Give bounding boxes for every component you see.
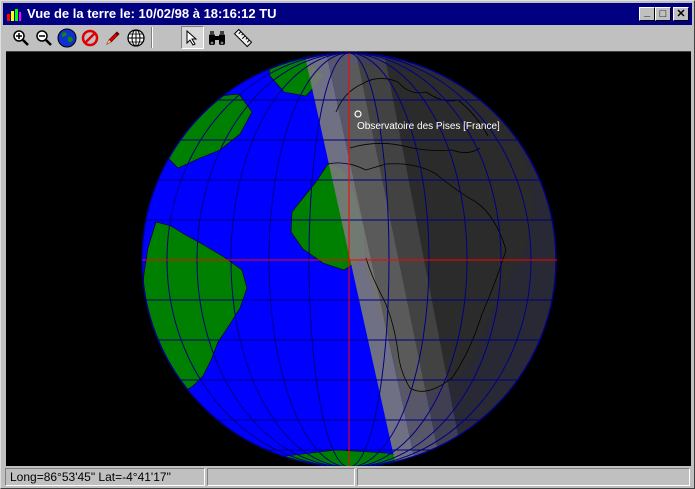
wireframe-globe-icon <box>126 28 145 47</box>
status-bar: Long=86°53'45" Lat=-4°41'17" <box>3 467 692 487</box>
maximize-icon: □ <box>659 7 667 20</box>
binoculars-icon <box>208 30 225 45</box>
close-icon: ✕ <box>676 7 686 20</box>
select-button[interactable] <box>181 26 204 49</box>
stop-button[interactable] <box>78 26 101 49</box>
toolbar <box>3 25 692 51</box>
minimize-icon: _ <box>643 5 651 18</box>
globe-view-button[interactable] <box>55 26 78 49</box>
magnifier-plus-icon <box>12 29 29 46</box>
coordinates-readout: Long=86°53'45" Lat=-4°41'17" <box>5 468 205 486</box>
grid-button[interactable] <box>124 26 147 49</box>
toolbar-separator <box>151 27 153 48</box>
binoculars-button[interactable] <box>205 26 228 49</box>
zoom-in-button[interactable] <box>9 26 32 49</box>
zoom-out-button[interactable] <box>32 26 55 49</box>
arrow-cursor-icon <box>186 29 197 46</box>
earth-globe-map[interactable]: Observatoire des Pises [France] <box>6 52 691 466</box>
maximize-button[interactable]: □ <box>655 7 671 21</box>
status-panel-3 <box>357 468 690 486</box>
no-entry-icon <box>81 29 98 46</box>
earth-view-window: Vue de la terre le: 10/02/98 à 18:16:12 … <box>0 0 695 489</box>
ruler-button[interactable] <box>231 26 254 49</box>
status-panel-2 <box>207 468 355 486</box>
globe-viewport[interactable]: Observatoire des Pises [France] <box>6 51 691 466</box>
globe-icon <box>57 28 76 47</box>
app-icon <box>6 6 22 22</box>
title-bar[interactable]: Vue de la terre le: 10/02/98 à 18:16:12 … <box>3 3 692 25</box>
pencil-icon <box>105 30 120 45</box>
ruler-icon <box>233 28 252 47</box>
window-title: Vue de la terre le: 10/02/98 à 18:16:12 … <box>27 6 277 21</box>
close-button[interactable]: ✕ <box>673 7 689 21</box>
pencil-button[interactable] <box>101 26 124 49</box>
observatory-label: Observatoire des Pises [France] <box>357 121 500 132</box>
minimize-button[interactable]: _ <box>639 5 655 21</box>
magnifier-minus-icon <box>35 29 52 46</box>
